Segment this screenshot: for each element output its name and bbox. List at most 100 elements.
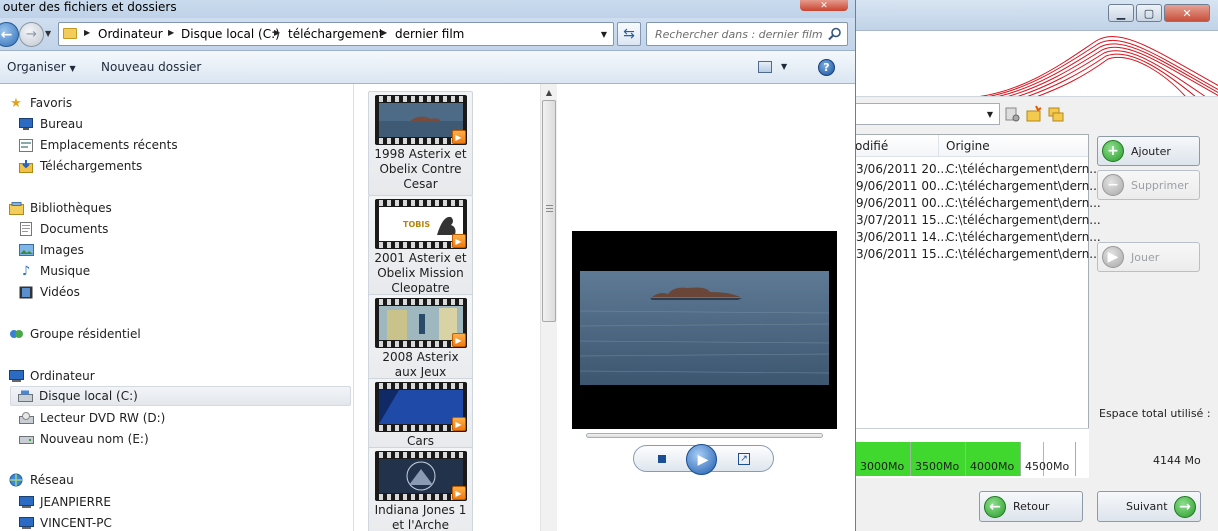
chevron-right-icon[interactable]: ▶ <box>84 28 90 37</box>
video-frame-image <box>580 271 829 385</box>
chevron-right-icon[interactable]: ▶ <box>381 28 387 37</box>
search-input[interactable] <box>655 26 825 42</box>
view-options-icon[interactable] <box>758 61 772 73</box>
arrow-left-icon: ← <box>0 26 13 43</box>
organize-menu[interactable]: Organiser ▼ <box>7 60 76 74</box>
nav-network[interactable]: Réseau <box>8 470 74 490</box>
column-header-modified[interactable]: odifié <box>855 139 888 153</box>
nav-videos[interactable]: Vidéos <box>18 282 80 302</box>
breadcrumb-item[interactable]: dernier film <box>395 27 464 41</box>
column-divider[interactable] <box>938 135 939 157</box>
switch-to-player-icon[interactable]: ↗ <box>738 453 750 465</box>
file-tile[interactable]: ▶ Cars <box>368 378 473 453</box>
file-tile[interactable]: ▶ 1998 Asterix et Obelix Contre Cesar <box>368 91 473 196</box>
file-list[interactable]: odifié Origine 3/06/2011 20... C:\télécha… <box>855 134 1101 474</box>
table-row[interactable]: 3/06/2011 20... C:\téléchargement\dern... <box>856 161 1101 178</box>
play-button[interactable]: ▶ <box>686 444 717 475</box>
row-origin: C:\téléchargement\dern... <box>946 247 1101 261</box>
breadcrumb-item[interactable]: Disque local (C:) <box>181 27 280 41</box>
gauge-label: 3500Mo <box>915 460 960 473</box>
nav-desktop[interactable]: Bureau <box>18 114 83 134</box>
row-modified: 9/06/2011 00... <box>856 196 949 210</box>
recent-pages-dropdown[interactable]: ▼ <box>45 29 51 38</box>
close-button[interactable]: ✕ <box>1164 4 1210 22</box>
nav-new-name-e[interactable]: Nouveau nom (E:) <box>18 429 149 449</box>
dialog-close-button[interactable]: ✕ <box>800 0 848 11</box>
nav-recent-places[interactable]: Emplacements récents <box>18 135 178 155</box>
maximize-button[interactable]: ▢ <box>1136 4 1162 22</box>
remove-label: Supprimer <box>1131 178 1189 192</box>
new-folder-icon[interactable] <box>1025 105 1043 123</box>
file-tile[interactable]: TOBIS ▶ 2001 Asterix et Obelix Mission C… <box>368 195 473 300</box>
row-modified: 3/06/2011 15... <box>856 247 949 261</box>
play-overlay-icon: ▶ <box>451 417 466 431</box>
path-combo[interactable]: ▼ <box>856 103 1000 125</box>
grip-icon <box>546 205 553 213</box>
file-tile[interactable]: ▶ Indiana Jones 1 et l'Arche Perdue <box>368 447 473 531</box>
back-button[interactable]: ← Retour <box>979 491 1083 522</box>
nav-vincent-pc[interactable]: VINCENT-PC <box>18 513 112 531</box>
remove-button[interactable]: − Supprimer <box>1097 170 1200 200</box>
table-row[interactable]: 3/06/2011 14... C:\téléchargement\dern... <box>856 229 1101 246</box>
add-button[interactable]: + Ajouter <box>1097 136 1200 166</box>
address-bar[interactable]: ▶ Ordinateur ▶ Disque local (C:) ▶ téléc… <box>58 22 614 46</box>
network-computer-icon <box>18 515 34 531</box>
search-icon[interactable] <box>828 27 842 41</box>
music-icon: ♪ <box>21 263 31 279</box>
nav-dvd-drive[interactable]: Lecteur DVD RW (D:) <box>18 408 165 428</box>
nav-label: JEANPIERRE <box>40 495 111 509</box>
gauge-tick <box>910 442 911 476</box>
table-row[interactable]: 3/06/2011 15... C:\téléchargement\dern... <box>856 246 1101 263</box>
scrollbar-thumb[interactable] <box>542 100 556 322</box>
help-button[interactable]: ? <box>818 59 835 76</box>
new-folder-button[interactable]: Nouveau dossier <box>101 60 201 74</box>
drive-icon <box>18 431 34 447</box>
video-preview[interactable] <box>572 231 837 429</box>
nav-homegroup[interactable]: Groupe résidentiel <box>8 324 141 344</box>
nav-computer[interactable]: Ordinateur <box>8 366 95 386</box>
next-button[interactable]: → Suivant <box>1097 491 1201 522</box>
nav-documents[interactable]: Documents <box>18 219 108 239</box>
forward-nav-button[interactable]: → <box>19 22 44 47</box>
nav-downloads[interactable]: Téléchargements <box>18 156 142 176</box>
table-row[interactable]: 3/07/2011 15... C:\téléchargement\dern... <box>856 212 1101 229</box>
column-header-origin[interactable]: Origine <box>946 139 990 153</box>
folders-icon[interactable] <box>1047 105 1065 123</box>
chevron-right-icon[interactable]: ▶ <box>274 28 280 37</box>
back-nav-button[interactable]: ← <box>0 22 19 47</box>
nav-favorites[interactable]: ★ Favoris <box>8 93 72 113</box>
nav-jeanpierre[interactable]: JEANPIERRE <box>18 492 111 512</box>
refresh-button[interactable]: ⇆ <box>617 22 641 46</box>
navigation-pane[interactable]: ★ Favoris Bureau Emplacements récents Tél… <box>0 84 354 531</box>
add-label: Ajouter <box>1131 144 1171 158</box>
table-row[interactable]: 9/06/2011 00... C:\téléchargement\dern... <box>856 178 1101 195</box>
nav-label: Nouveau nom (E:) <box>40 432 149 446</box>
chevron-down-icon[interactable]: ▼ <box>597 26 611 42</box>
app-title-bar: ▁ ▢ ✕ <box>856 0 1218 31</box>
file-list-pane[interactable]: ▶ 1998 Asterix et Obelix Contre Cesar TO… <box>354 84 557 531</box>
nav-label: Lecteur DVD RW (D:) <box>40 411 166 425</box>
table-row[interactable]: 9/06/2011 00... C:\téléchargement\dern... <box>856 195 1101 212</box>
scroll-up-arrow-icon[interactable]: ▲ <box>541 84 557 100</box>
space-used-label: Espace total utilisé : <box>1099 407 1211 420</box>
row-modified: 3/06/2011 14... <box>856 230 949 244</box>
vertical-scrollbar[interactable]: ▲ <box>540 84 557 531</box>
video-thumbnail: ▶ <box>374 382 467 432</box>
address-area: ← → ▼ ▶ Ordinateur ▶ Disque local (C:) ▶… <box>0 18 855 51</box>
drive-settings-icon[interactable] <box>1003 105 1021 123</box>
chevron-right-icon[interactable]: ▶ <box>168 28 174 37</box>
play-button[interactable]: ▶ Jouer <box>1097 242 1200 272</box>
nav-images[interactable]: Images <box>18 240 84 260</box>
chevron-down-icon[interactable]: ▼ <box>781 62 787 71</box>
breadcrumb-item[interactable]: Ordinateur <box>98 27 163 41</box>
stop-icon[interactable] <box>658 455 666 463</box>
nav-music[interactable]: ♪ Musique <box>18 261 90 281</box>
seek-bar[interactable] <box>586 433 823 438</box>
nav-local-disk-c[interactable]: Disque local (C:) <box>10 386 351 406</box>
desktop-icon <box>18 116 34 132</box>
nav-libraries[interactable]: Bibliothèques <box>8 198 112 218</box>
breadcrumb-item[interactable]: téléchargement <box>288 27 383 41</box>
minimize-button[interactable]: ▁ <box>1108 4 1134 22</box>
row-origin: C:\téléchargement\dern... <box>946 213 1101 227</box>
search-box[interactable] <box>646 22 848 46</box>
